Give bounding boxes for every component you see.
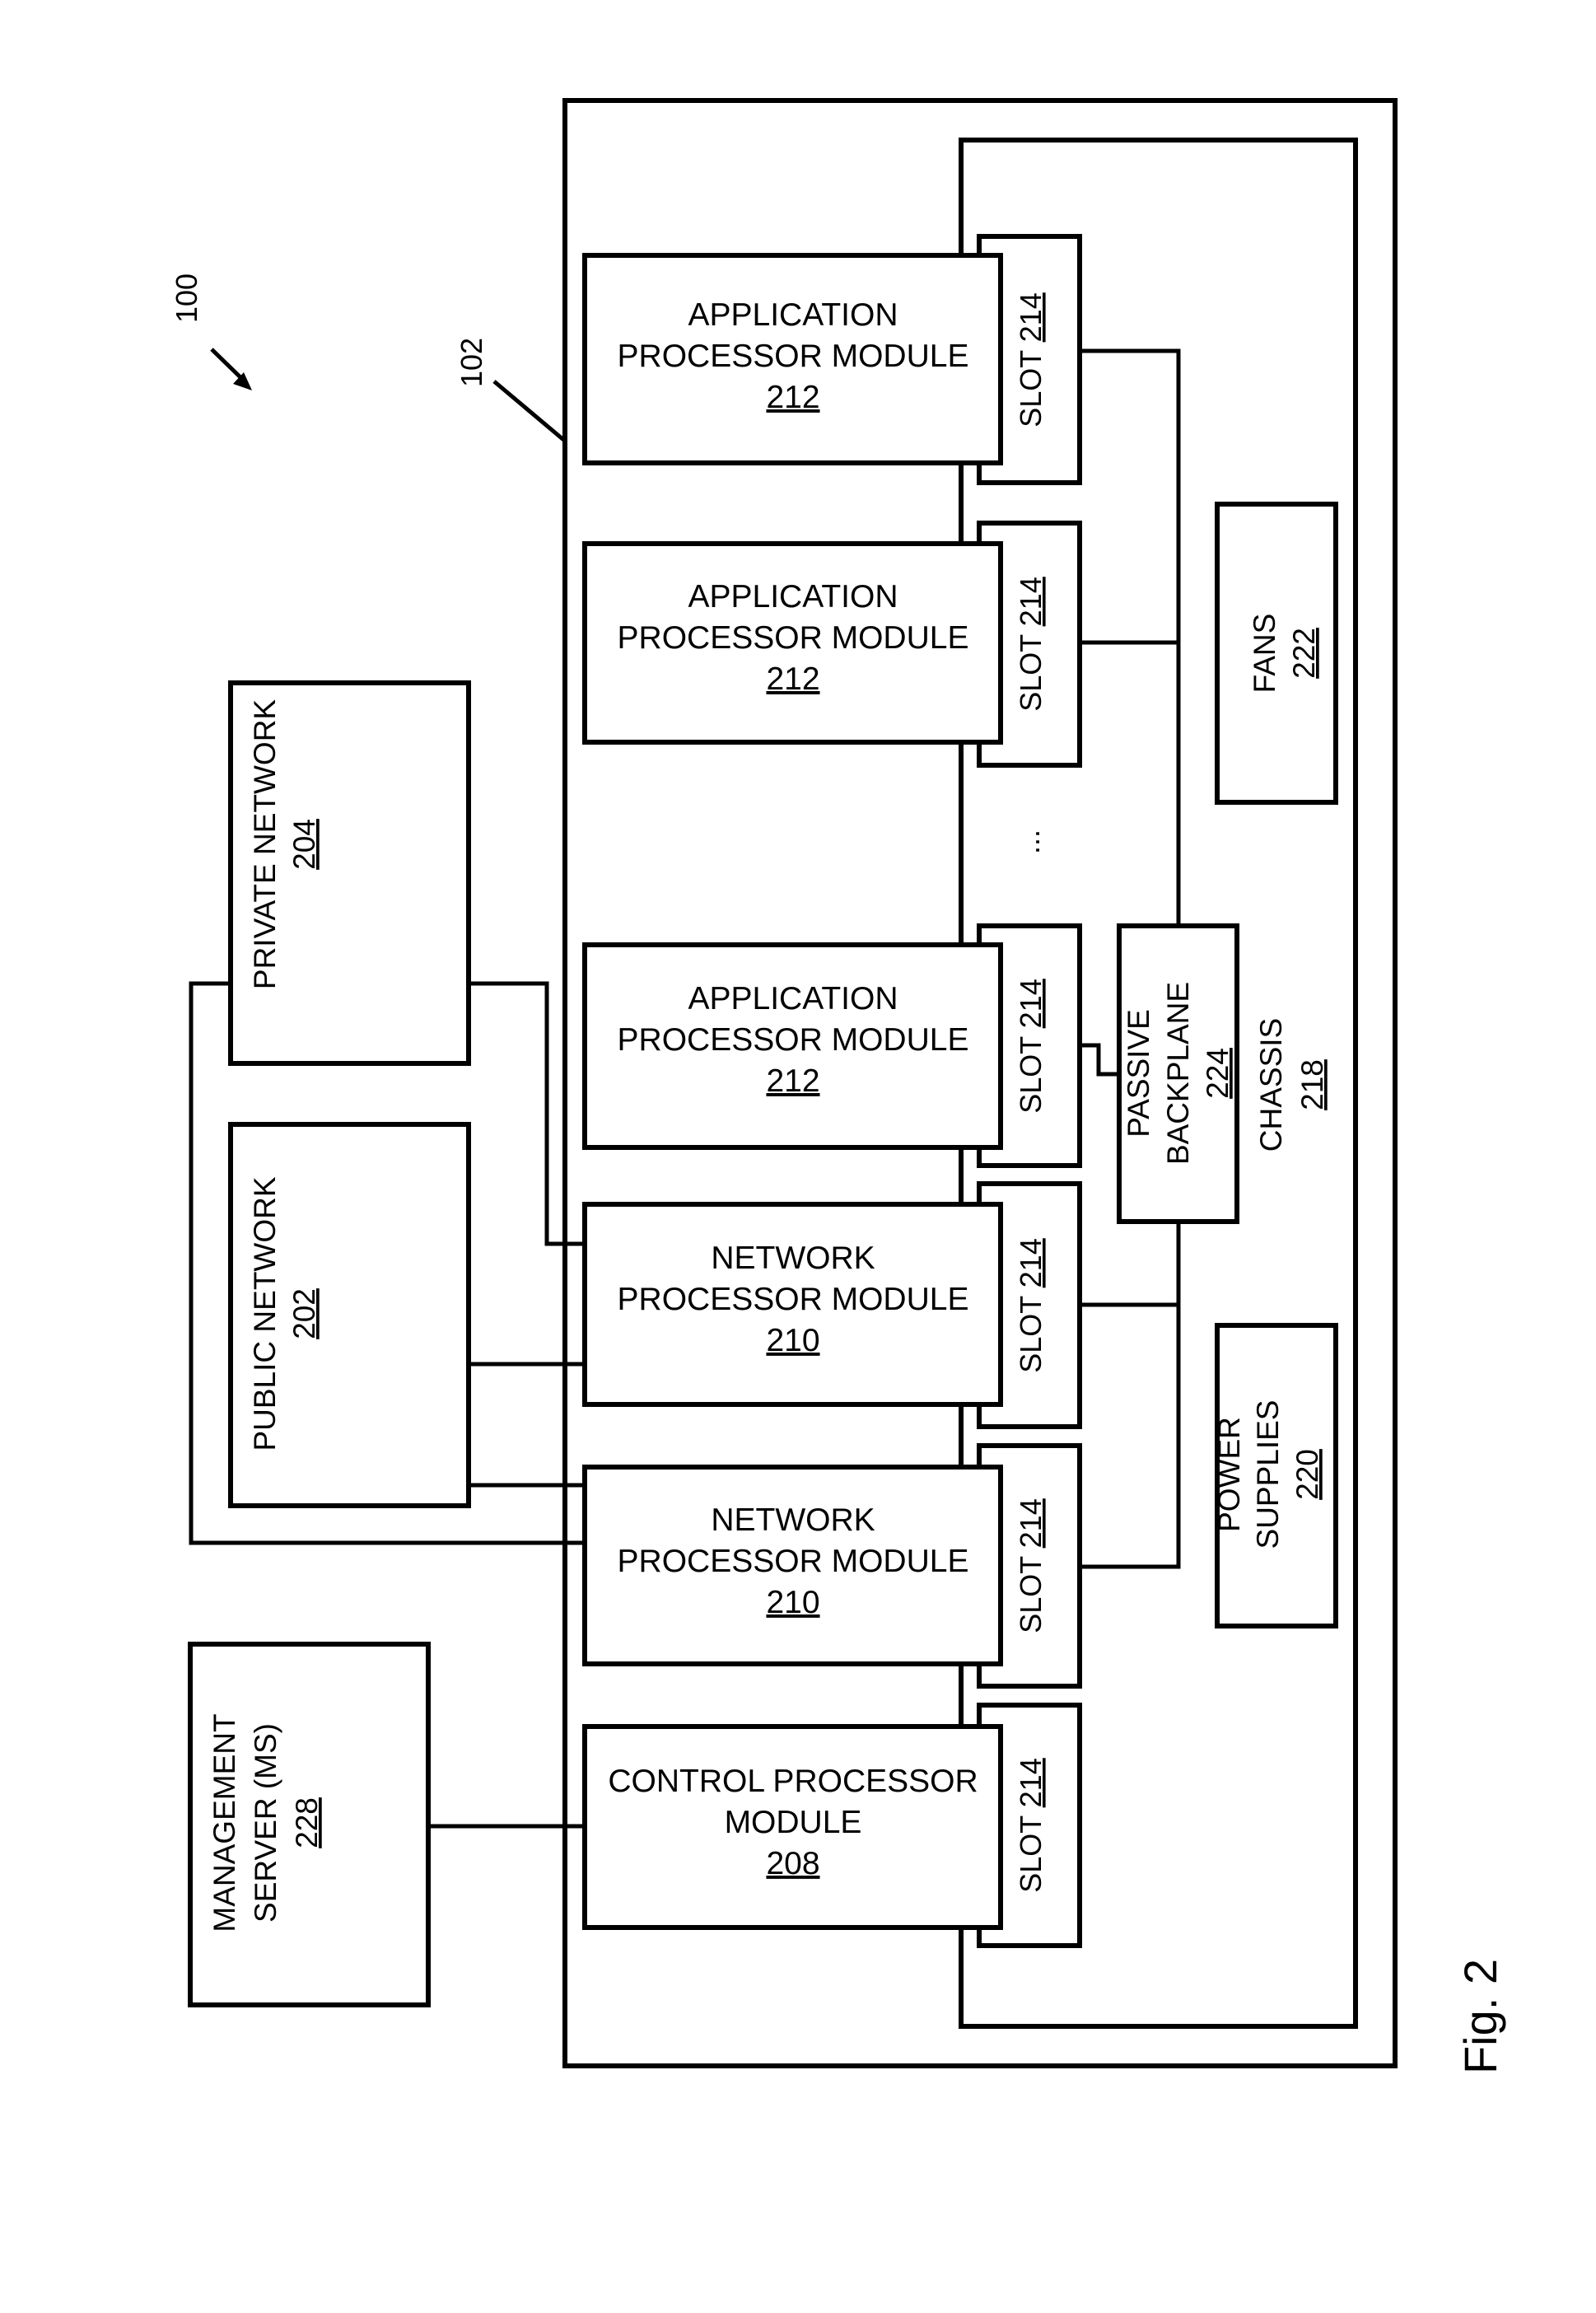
module-title: CONTROL PROCESSOR — [608, 1764, 978, 1799]
management-server-subtitle: SERVER (MS) — [249, 1723, 282, 1923]
module-cpm[interactable]: CONTROL PROCESSOR MODULE 208 — [582, 1724, 1003, 1930]
module-apm-1[interactable]: APPLICATION PROCESSOR MODULE 212 — [582, 253, 1003, 465]
public-network-title: PUBLIC NETWORK — [248, 1176, 282, 1451]
private-network-ref: 204 — [287, 819, 321, 870]
power-subtitle: SUPPLIES — [1251, 1400, 1285, 1549]
fans-ref: 222 — [1287, 628, 1321, 679]
module-npm-2[interactable]: NETWORK PROCESSOR MODULE 210 — [582, 1465, 1003, 1666]
enclosure-ref-label: 102 — [455, 338, 488, 387]
module-apm-3[interactable]: APPLICATION PROCESSOR MODULE 212 — [582, 942, 1003, 1150]
slot-label: SLOT 214 — [1014, 1758, 1048, 1892]
system-diagram: 100 102 SLOT 214 SLOT 214 SLOT 214 SLOT … — [170, 98, 1506, 2074]
system-ref-label: 100 — [170, 273, 203, 323]
module-subtitle: MODULE — [725, 1805, 862, 1840]
figure-label: Fig. 2 — [1454, 1959, 1506, 2074]
module-title: NETWORK — [711, 1502, 875, 1538]
power-supplies-unit[interactable]: POWER SUPPLIES 220 — [1212, 1323, 1338, 1628]
passive-backplane[interactable]: PASSIVE BACKPLANE 224 — [1117, 923, 1239, 1224]
management-server-title: MANAGEMENT — [208, 1713, 241, 1932]
fans-unit[interactable]: FANS 222 — [1215, 502, 1338, 805]
public-network-ref: 202 — [287, 1288, 321, 1339]
private-network[interactable]: PRIVATE NETWORK 204 — [228, 680, 471, 1066]
chassis-title: CHASSIS — [1254, 1018, 1288, 1152]
slot-label: SLOT 214 — [1014, 1498, 1048, 1633]
module-subtitle: PROCESSOR MODULE — [618, 1022, 969, 1058]
module-subtitle: PROCESSOR MODULE — [618, 1544, 969, 1579]
module-apm-2[interactable]: APPLICATION PROCESSOR MODULE 212 — [582, 541, 1003, 745]
module-title: APPLICATION — [688, 579, 898, 614]
module-ref: 212 — [766, 1063, 819, 1099]
module-subtitle: PROCESSOR MODULE — [618, 1282, 969, 1317]
module-ref: 208 — [766, 1846, 819, 1881]
system-ref-arrow-icon — [210, 348, 252, 390]
module-ref: 210 — [766, 1585, 819, 1620]
fans-title: FANS — [1248, 614, 1281, 694]
module-subtitle: PROCESSOR MODULE — [618, 620, 969, 656]
slot-label: SLOT 214 — [1014, 979, 1048, 1113]
module-subtitle: PROCESSOR MODULE — [618, 339, 969, 374]
module-title: APPLICATION — [688, 297, 898, 333]
slot-label: SLOT 214 — [1014, 577, 1048, 711]
power-title: POWER — [1212, 1417, 1246, 1532]
management-server[interactable]: MANAGEMENT SERVER (MS) 228 — [188, 1642, 431, 2007]
slot-label: SLOT 214 — [1014, 1238, 1048, 1372]
module-title: APPLICATION — [688, 981, 898, 1016]
backplane-subtitle: BACKPLANE — [1161, 982, 1195, 1165]
chassis-ref: 218 — [1295, 1059, 1329, 1110]
backplane-ref: 224 — [1201, 1048, 1234, 1099]
enclosure-leader-line — [492, 380, 568, 444]
module-title: NETWORK — [711, 1241, 875, 1276]
public-network[interactable]: PUBLIC NETWORK 202 — [228, 1122, 471, 1508]
management-server-ref: 228 — [290, 1797, 324, 1848]
power-ref: 220 — [1290, 1449, 1324, 1500]
module-ref: 210 — [766, 1323, 819, 1358]
module-ref: 212 — [766, 661, 819, 697]
module-ref: 212 — [766, 380, 819, 415]
backplane-title: PASSIVE — [1122, 1009, 1155, 1138]
private-network-title: PRIVATE NETWORK — [248, 699, 282, 990]
slot-label: SLOT 214 — [1014, 292, 1048, 427]
more-slots-ellipsis: ... — [1012, 829, 1046, 854]
module-npm-1[interactable]: NETWORK PROCESSOR MODULE 210 — [582, 1202, 1003, 1407]
